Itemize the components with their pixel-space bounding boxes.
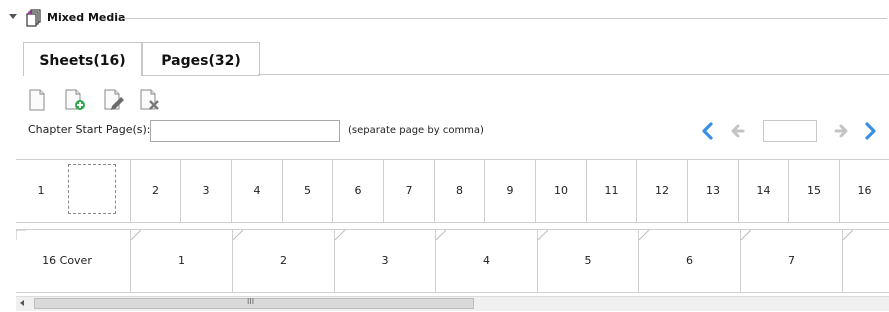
- page-corner-icon: [335, 230, 345, 240]
- page-label: 5: [584, 254, 592, 267]
- collapse-arrow-icon[interactable]: [9, 14, 17, 19]
- page-cell[interactable]: 3: [334, 230, 435, 292]
- sheet-cell[interactable]: 14: [738, 160, 788, 222]
- sheet-placeholder[interactable]: [68, 164, 116, 214]
- sheet-cell[interactable]: 2: [130, 160, 180, 222]
- scrollbar-thumb[interactable]: III: [34, 297, 474, 309]
- page-label: 3: [381, 254, 389, 267]
- page-cell[interactable]: 1: [130, 230, 232, 292]
- sheet-cell[interactable]: 10: [535, 160, 586, 222]
- blank-page-icon[interactable]: [27, 89, 49, 113]
- sheet-cell[interactable]: 5: [282, 160, 332, 222]
- sheet-cell[interactable]: 1: [16, 160, 66, 222]
- page-corner-icon: [233, 230, 243, 240]
- last-page-icon[interactable]: [862, 120, 880, 142]
- sheet-cell[interactable]: 16: [839, 160, 889, 222]
- sheet-cell[interactable]: 12: [636, 160, 687, 222]
- chapter-start-input[interactable]: [150, 120, 340, 142]
- first-page-icon[interactable]: [698, 120, 716, 142]
- sheet-cell[interactable]: 11: [586, 160, 636, 222]
- page-corner-icon: [741, 230, 751, 240]
- page-cell[interactable]: 2: [232, 230, 334, 292]
- sheet-cell[interactable]: 6: [332, 160, 383, 222]
- page-corner-icon: [843, 230, 853, 240]
- page-number-input[interactable]: [763, 120, 817, 142]
- sheet-cell[interactable]: 8: [434, 160, 484, 222]
- horizontal-scrollbar[interactable]: III: [16, 296, 889, 311]
- page-cell[interactable]: 7: [740, 230, 842, 292]
- sheet-cell[interactable]: 9: [484, 160, 535, 222]
- section-header: + Mixed Media: [0, 0, 889, 34]
- previous-page-icon[interactable]: [728, 120, 746, 142]
- scroll-left-icon[interactable]: [20, 300, 24, 306]
- page-corner-icon: [16, 230, 26, 240]
- page-cell[interactable]: 6: [638, 230, 740, 292]
- page-cell[interactable]: 5: [537, 230, 638, 292]
- scrollbar-grip: III: [247, 297, 255, 306]
- delete-page-icon[interactable]: [139, 89, 161, 113]
- page-corner-icon: [436, 230, 446, 240]
- sheets-strip: 1 2 3 4 5 6 7 8 9 10 11 12 13 14 15 16: [16, 159, 889, 223]
- page-label: 2: [280, 254, 287, 267]
- page-label: 6: [686, 254, 693, 267]
- section-title: Mixed Media: [47, 11, 126, 24]
- page-cell[interactable]: 16 Cover: [16, 230, 118, 292]
- page-label: 16 Cover: [42, 254, 92, 267]
- tab-divider: [258, 74, 889, 75]
- sheet-cell[interactable]: 15: [788, 160, 839, 222]
- sheet-cell[interactable]: 7: [383, 160, 434, 222]
- next-page-icon[interactable]: [833, 120, 851, 142]
- sheet-cell[interactable]: 13: [687, 160, 738, 222]
- sheet-cell[interactable]: 4: [231, 160, 282, 222]
- add-page-icon[interactable]: [64, 89, 86, 113]
- page-corner-icon: [131, 230, 141, 240]
- page-label: 1: [178, 254, 185, 267]
- edit-page-icon[interactable]: [103, 89, 125, 113]
- chapter-start-hint: (separate page by comma): [348, 125, 484, 136]
- sheet-cell[interactable]: 3: [180, 160, 231, 222]
- tab-bar: Sheets(16) Pages(32): [23, 42, 889, 76]
- pages-strip: 16 Cover 1 2 3 4 5 6 7: [16, 229, 889, 293]
- page-cell[interactable]: [842, 230, 889, 292]
- tab-pages[interactable]: Pages(32): [142, 42, 260, 76]
- page-label: 4: [483, 254, 490, 267]
- chapter-start-label: Chapter Start Page(s):: [28, 123, 151, 136]
- page-label: 7: [788, 254, 795, 267]
- header-divider: [122, 18, 887, 19]
- page-corner-icon: [639, 230, 649, 240]
- svg-text:+: +: [27, 9, 33, 17]
- page-cell[interactable]: 4: [435, 230, 537, 292]
- pages-add-icon: +: [26, 9, 42, 27]
- page-corner-icon: [538, 230, 548, 240]
- tab-sheets[interactable]: Sheets(16): [23, 42, 142, 76]
